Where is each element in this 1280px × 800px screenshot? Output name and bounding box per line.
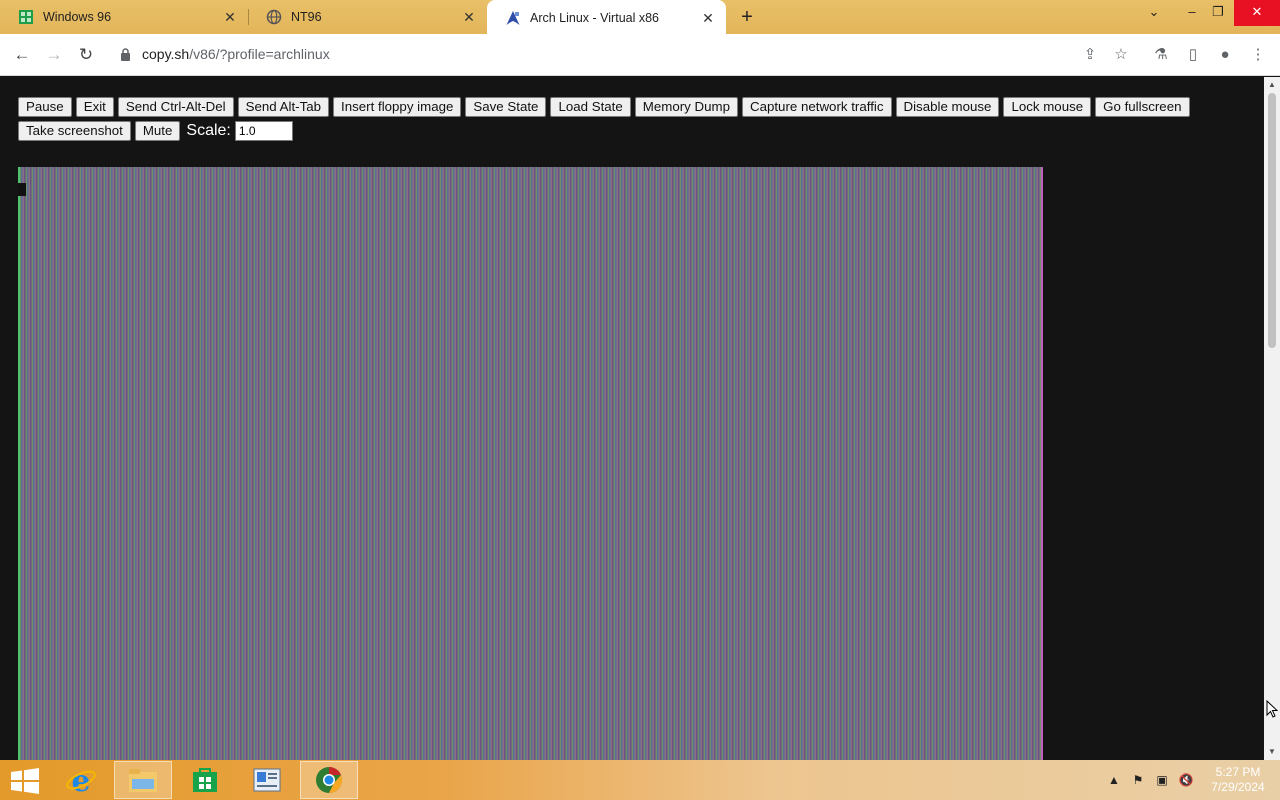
- file-explorer-icon[interactable]: [114, 761, 172, 799]
- send-alt-tab-button[interactable]: Send Alt-Tab: [237, 97, 330, 117]
- disable-mouse-button[interactable]: Disable mouse: [895, 97, 1000, 117]
- window-close-button[interactable]: ✕: [1234, 0, 1280, 26]
- windows-start-icon[interactable]: [10, 768, 40, 794]
- reload-icon[interactable]: ↻: [72, 42, 100, 70]
- browser-tab-strip: Windows 96 ✕ NT96 ✕ Arch Linux - Virtual…: [0, 0, 1280, 35]
- clock-time: 5:27 PM: [1215, 765, 1261, 779]
- show-hidden-icons-chevron-icon[interactable]: ▲: [1106, 772, 1122, 788]
- scale-label: Scale:: [186, 122, 231, 139]
- clock-date: 7/29/2024: [1211, 780, 1265, 794]
- menu-kebab-icon[interactable]: ⋮: [1245, 42, 1271, 68]
- extensions-flask-icon[interactable]: ⚗: [1148, 42, 1174, 68]
- forward-arrow-icon[interactable]: →: [40, 42, 68, 70]
- text-cursor: [18, 183, 26, 196]
- emulator-screen[interactable]: [18, 167, 1043, 760]
- chrome-icon[interactable]: [300, 761, 358, 799]
- send-ctrl-alt-del-button[interactable]: Send Ctrl-Alt-Del: [117, 97, 234, 117]
- tab-title: Arch Linux - Virtual x86: [530, 10, 659, 25]
- load-state-button[interactable]: Load State: [550, 97, 631, 117]
- tab-search-chevron-icon[interactable]: ⌄: [1140, 0, 1168, 26]
- memory-dump-button[interactable]: Memory Dump: [634, 97, 738, 117]
- globe-icon: [266, 9, 282, 25]
- page-content: Pause Exit Send Ctrl-Alt-Del Send Alt-Tab In…: [0, 77, 1264, 760]
- network-icon[interactable]: ▣: [1154, 772, 1170, 788]
- address-bar[interactable]: copy.sh/v86/?profile=archlinux: [108, 39, 1144, 71]
- tab-arch-linux[interactable]: Arch Linux - Virtual x86 ✕: [487, 0, 726, 35]
- scroll-down-arrow-icon[interactable]: ▼: [1264, 744, 1280, 760]
- profile-avatar-icon[interactable]: ●: [1212, 42, 1238, 68]
- scroll-thumb[interactable]: [1268, 93, 1276, 348]
- windows-taskbar: e ▲ ⚑ ▣ 🔇 5:27 PM 7/29/2024: [0, 760, 1280, 800]
- scroll-up-arrow-icon[interactable]: ▲: [1264, 77, 1280, 93]
- tab-nt96[interactable]: NT96 ✕: [248, 0, 488, 34]
- lock-icon[interactable]: [120, 48, 131, 61]
- browser-toolbar: ← → ↻ copy.sh/v86/?profile=archlinux ⇪ ☆…: [0, 34, 1280, 76]
- close-tab-icon[interactable]: ✕: [461, 9, 477, 25]
- store-icon[interactable]: [176, 761, 234, 799]
- scale-input[interactable]: 1.0: [234, 121, 293, 141]
- exit-button[interactable]: Exit: [75, 97, 114, 117]
- pause-button[interactable]: Pause: [18, 97, 72, 117]
- back-arrow-icon[interactable]: ←: [8, 42, 36, 70]
- close-tab-icon[interactable]: ✕: [700, 10, 716, 26]
- side-panel-icon[interactable]: ▯: [1180, 42, 1206, 68]
- tab-windows-96[interactable]: Windows 96 ✕: [0, 0, 249, 34]
- capture-network-button[interactable]: Capture network traffic: [741, 97, 892, 117]
- windows96-icon: [18, 9, 34, 25]
- news-icon[interactable]: [238, 761, 296, 799]
- tab-title: Windows 96: [43, 10, 112, 24]
- minimize-button[interactable]: –: [1178, 0, 1206, 26]
- internet-explorer-icon[interactable]: e: [52, 761, 110, 799]
- mouse-pointer-icon: [1266, 700, 1278, 718]
- restore-button[interactable]: ❐: [1204, 0, 1232, 26]
- share-icon[interactable]: ⇪: [1077, 42, 1103, 68]
- take-screenshot-button[interactable]: Take screenshot: [18, 121, 131, 141]
- action-center-flag-icon[interactable]: ⚑: [1130, 772, 1146, 788]
- url-path: /v86/?profile=archlinux: [189, 46, 330, 62]
- system-clock[interactable]: 5:27 PM 7/29/2024: [1196, 765, 1280, 795]
- svg-text:e: e: [71, 764, 90, 796]
- url-text[interactable]: copy.sh/v86/?profile=archlinux: [142, 46, 330, 62]
- new-tab-button[interactable]: +: [733, 5, 761, 29]
- bookmark-star-icon[interactable]: ☆: [1108, 42, 1134, 68]
- lock-mouse-button[interactable]: Lock mouse: [1003, 97, 1092, 117]
- url-host: copy.sh: [142, 46, 190, 62]
- close-tab-icon[interactable]: ✕: [222, 9, 238, 25]
- insert-floppy-button[interactable]: Insert floppy image: [333, 97, 462, 117]
- page-scrollbar[interactable]: ▲ ▼: [1264, 77, 1280, 760]
- go-fullscreen-button[interactable]: Go fullscreen: [1095, 97, 1190, 117]
- arch-linux-icon: [505, 10, 521, 26]
- save-state-button[interactable]: Save State: [465, 97, 547, 117]
- volume-muted-icon[interactable]: 🔇: [1178, 772, 1194, 788]
- tab-title: NT96: [291, 10, 322, 24]
- mute-button[interactable]: Mute: [134, 121, 181, 141]
- emulator-controls: Pause Exit Send Ctrl-Alt-Del Send Alt-Tab In…: [18, 97, 1238, 145]
